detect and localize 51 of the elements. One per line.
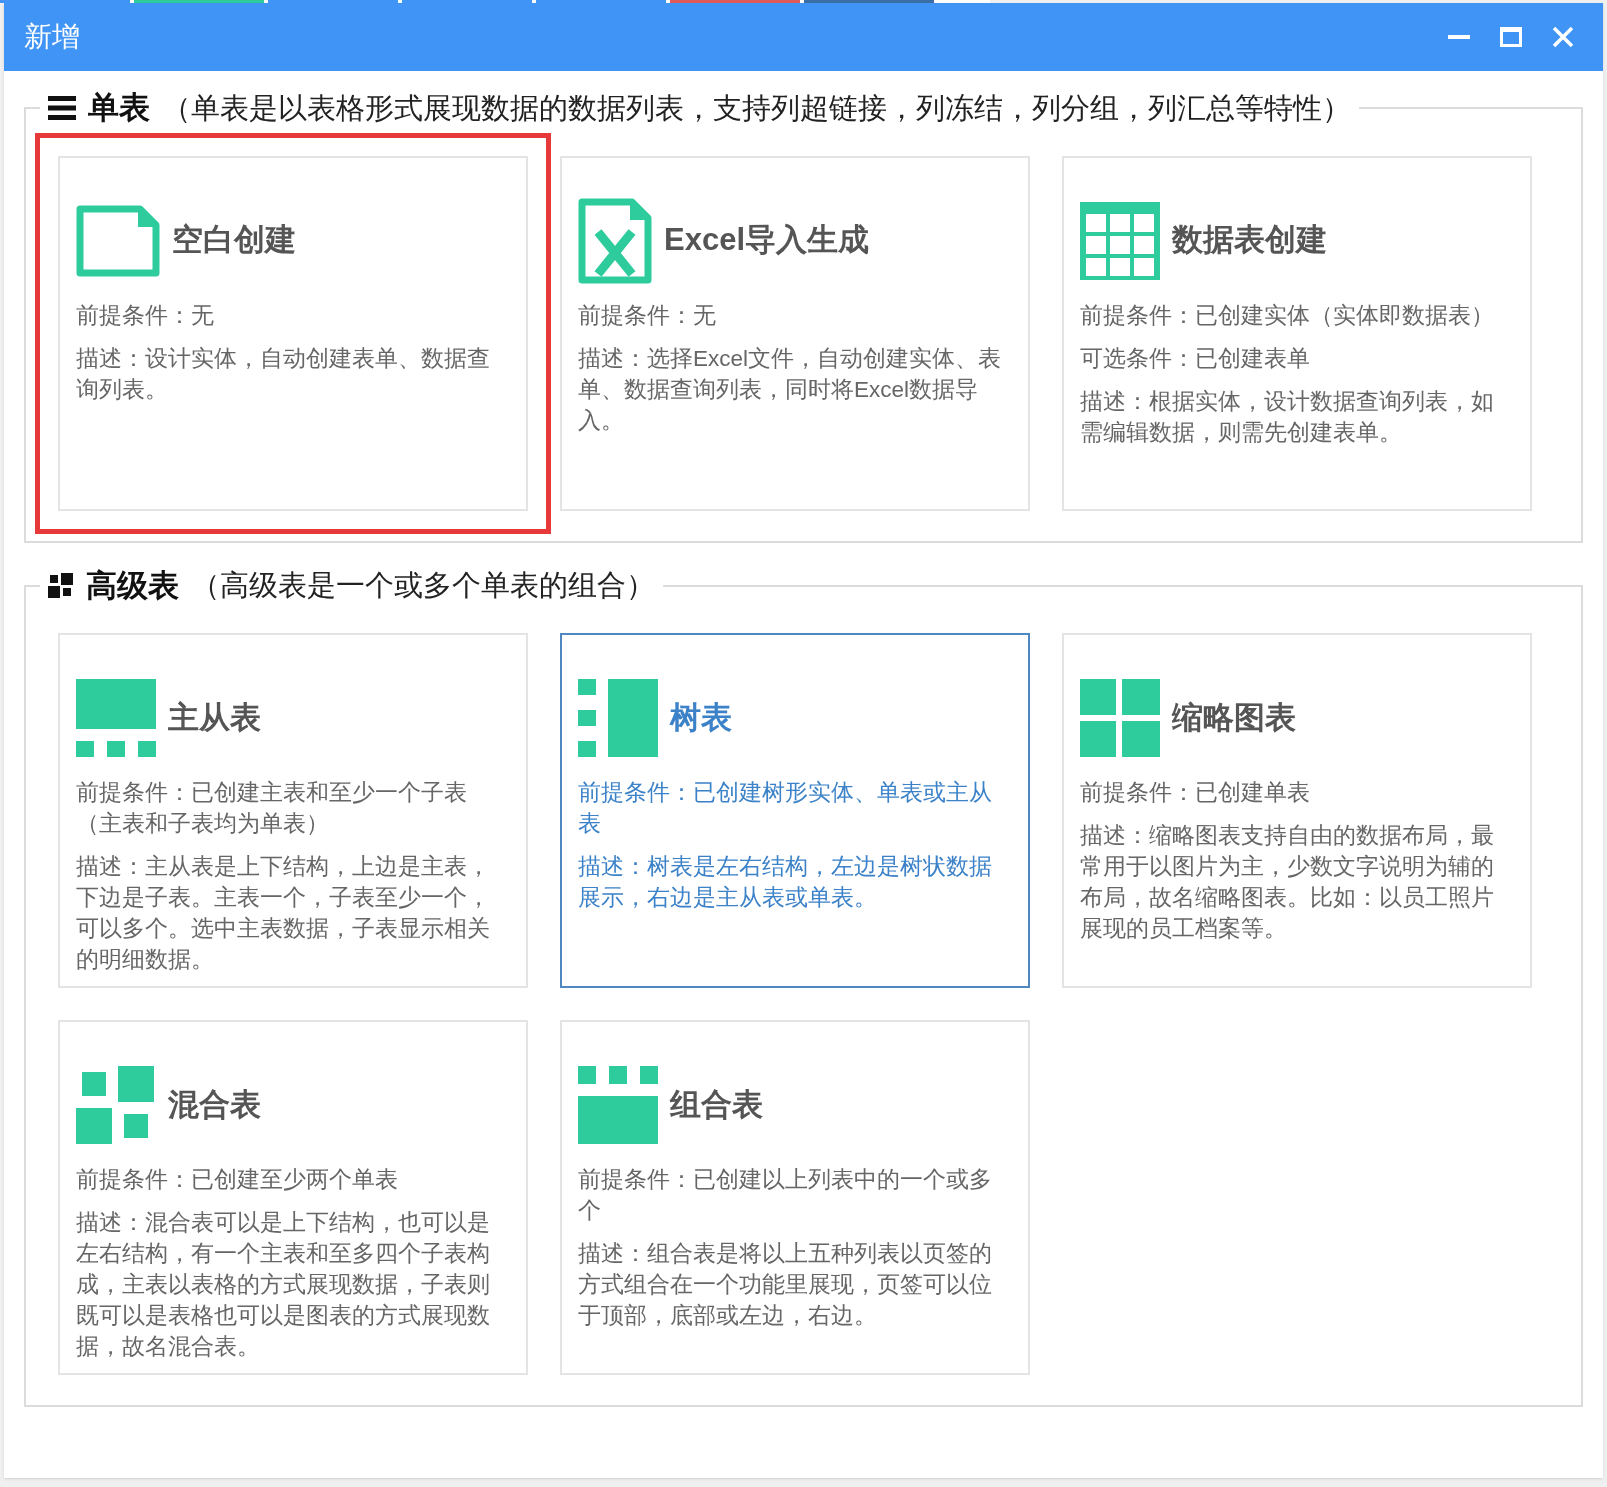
card-title: Excel导入生成	[664, 221, 869, 260]
section-title: 高级表	[86, 566, 179, 605]
card-description: 描述：混合表可以是上下结构，也可以是左右结构，有一个主表和至多四个子表构成，主表以表格的方式展现数据，子表则既可以是表格也可以是图表的方式展现数据，故名混合表。	[76, 1209, 491, 1361]
four-tiles-icon	[1080, 679, 1160, 757]
card-description: 描述：树表是左右结构，左边是树状数据展示，右边是主从表或单表。	[578, 853, 993, 912]
card-title: 主从表	[168, 698, 261, 737]
card-title: 缩略图表	[1172, 698, 1296, 737]
card-description: 前提条件：已创建至少两个单表	[76, 1166, 399, 1194]
card-description: 描述：主从表是上下结构，上边是主表，下边是子表。主表一个，子表至少一个，可以多个。选中主表数据，子表显示相关的明细数据。	[76, 853, 491, 974]
close-icon	[1552, 26, 1574, 48]
card-description: 描述：根据实体，设计数据查询列表，如需编辑数据，则需先创建表单。	[1080, 387, 1495, 447]
card-description: 可选条件：已创建表单	[1080, 344, 1311, 373]
tabbed-panel-icon	[578, 1066, 658, 1144]
section-description: （高级表是一个或多个单表的组合）	[191, 568, 655, 603]
minimize-icon	[1448, 35, 1470, 39]
card-title: 树表	[670, 698, 732, 737]
card-description: 前提条件：已创建以上列表中的一个或多个	[578, 1166, 993, 1225]
card-description: 描述：组合表是将以上五种列表以页签的方式组合在一个功能里展现，页签可以位于顶部，底部或左边，右边。	[578, 1240, 993, 1330]
grid-icon	[1080, 201, 1160, 280]
window-title: 新增	[24, 20, 81, 54]
option-card[interactable]: 缩略图表 前提条件：已创建单表 描述：缩略图表支持自由的数据布局，最常用于以图片为主，少数文字说明为辅的布局，故名缩略图表。比如：以员工照片展现的员工档案等。	[1062, 633, 1532, 988]
option-card[interactable]: 混合表 前提条件：已创建至少两个单表 描述：混合表可以是上下结构，也可以是左右结构，有一个主表和至多四个子表构成，主表以表格的方式展现数据，子表则既可以是表格也可以是图表的方式展现数据，故名混合表。	[58, 1020, 528, 1375]
card-description: 前提条件：已创建单表	[1080, 779, 1311, 807]
card-description: 前提条件：已创建主表和至少一个子表（主表和子表均为单表）	[76, 779, 468, 838]
card-title: 数据表创建	[1172, 221, 1327, 260]
section-title: 单表	[88, 89, 150, 127]
option-card[interactable]: Excel导入生成 前提条件：无 描述：选择Excel文件，自动创建实体、表单、数据查询列表，同时将Excel数据导入。	[560, 155, 1030, 511]
layout-top-panel-icon	[76, 679, 156, 757]
card-title: 组合表	[670, 1085, 763, 1124]
option-card[interactable]: 数据表创建 前提条件：已创建实体（实体即数据表） 可选条件：已创建表单 描述：根据实体，设计数据查询列表，如需编辑数据，则需先创建表单。	[1062, 155, 1532, 511]
blank-page-icon	[76, 204, 160, 277]
mixed-tiles-icon	[76, 1066, 156, 1144]
card-description: 前提条件：无	[76, 301, 215, 330]
section-description: （单表是以表格形式展现数据的数据列表，支持列超链接，列冻结，列分组，列汇总等特性）	[162, 90, 1351, 126]
card-description: 前提条件：已创建实体（实体即数据表）	[1080, 301, 1495, 330]
option-card[interactable]: 主从表 前提条件：已创建主表和至少一个子表（主表和子表均为单表） 描述：主从表是上下结构，上边是主表，下边是子表。主表一个，子表至少一个，可以多个。选中主表数据，子表显示相关的明细数据。	[58, 633, 528, 988]
option-card[interactable]: 空白创建 前提条件：无 描述：设计实体，自动创建表单、数据查询列表。	[58, 155, 528, 511]
card-description: 描述：缩略图表支持自由的数据布局，最常用于以图片为主，少数文字说明为辅的布局，故名缩略图表。比如：以员工照片展现的员工档案等。	[1080, 822, 1495, 943]
card-description: 描述：选择Excel文件，自动创建实体、表单、数据查询列表，同时将Excel数据导入。	[578, 344, 1003, 435]
list-icon	[48, 96, 76, 121]
card-title: 混合表	[168, 1085, 261, 1124]
card-title: 空白创建	[172, 221, 296, 260]
card-description: 前提条件：已创建树形实体、单表或主从表	[578, 779, 993, 838]
card-description: 前提条件：无	[578, 301, 717, 330]
maximize-icon	[1500, 27, 1522, 47]
card-description: 描述：设计实体，自动创建表单、数据查询列表。	[76, 344, 491, 404]
option-card[interactable]: 树表 前提条件：已创建树形实体、单表或主从表 描述：树表是左右结构，左边是树状数据展示，右边是主从表或单表。	[560, 633, 1030, 988]
spreadsheet-file-icon	[578, 197, 652, 284]
tiles-icon	[48, 572, 74, 599]
option-card[interactable]: 组合表 前提条件：已创建以上列表中的一个或多个 描述：组合表是将以上五种列表以页签的方式组合在一个功能里展现，页签可以位于顶部，底部或左边，右边。	[560, 1020, 1030, 1375]
layout-side-list-icon	[578, 679, 658, 757]
